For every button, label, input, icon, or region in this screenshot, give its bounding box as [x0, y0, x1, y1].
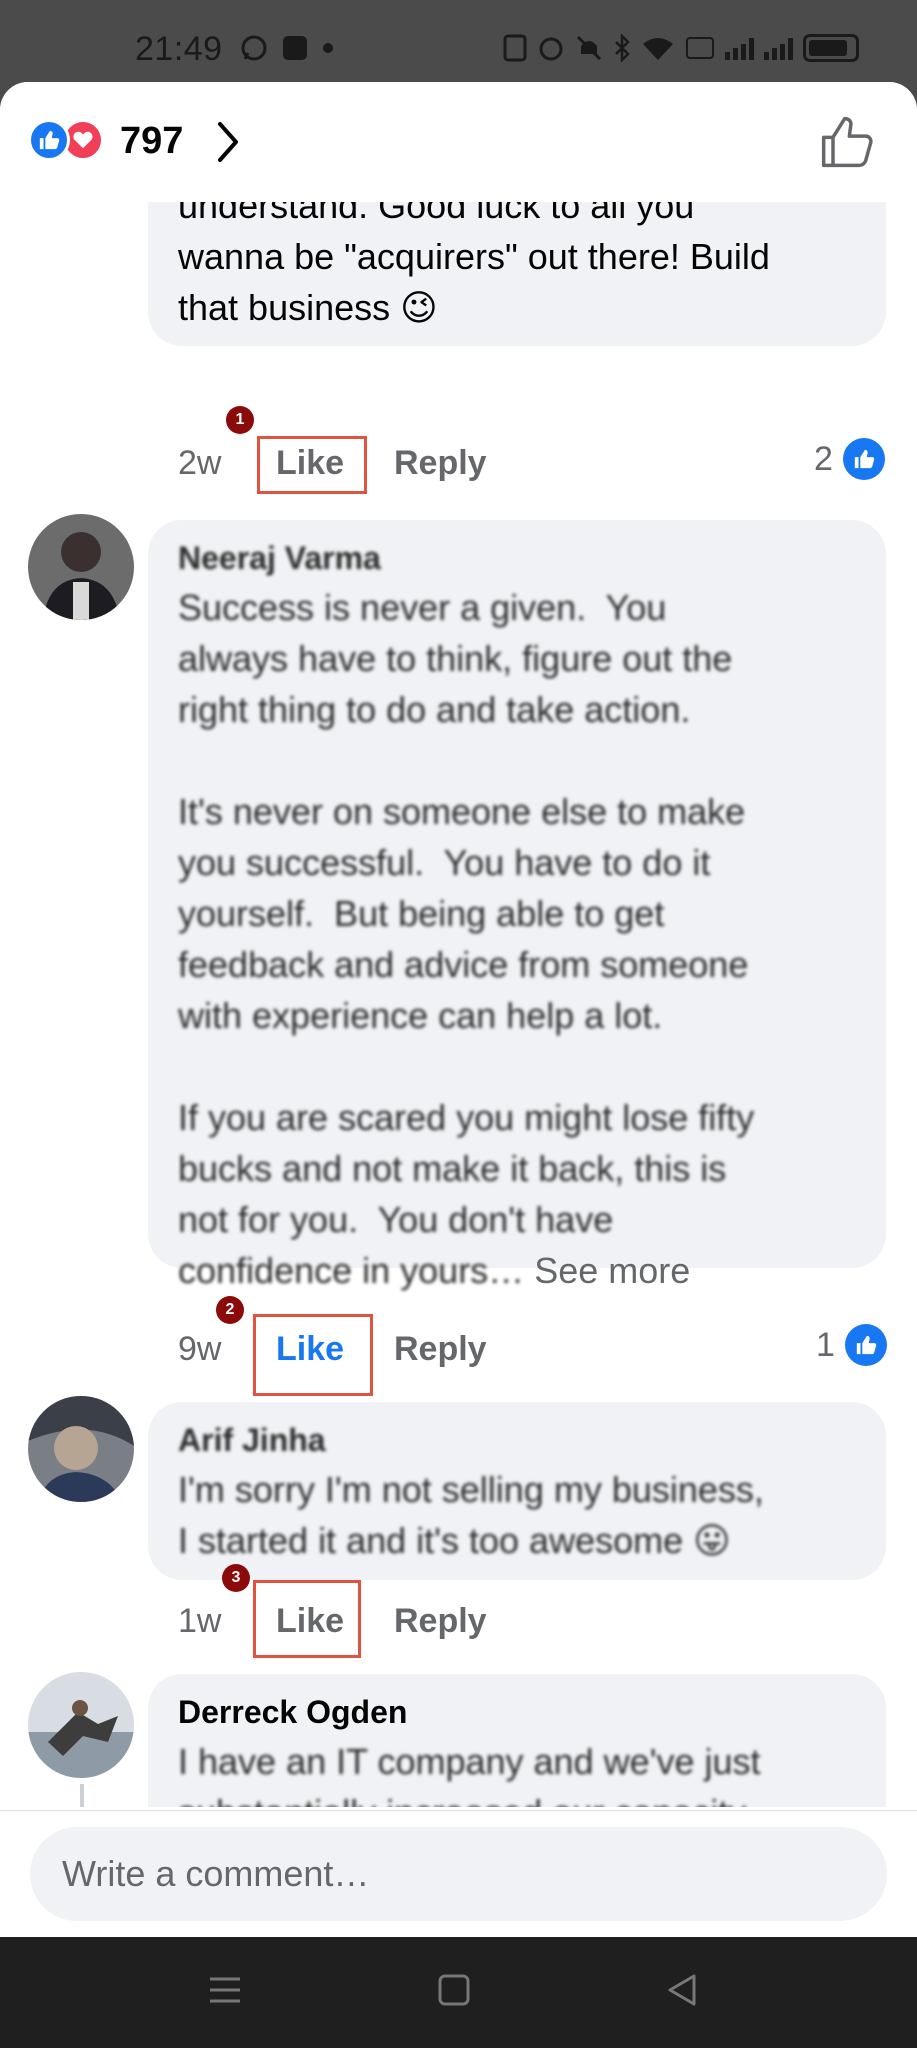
- see-more-link[interactable]: See more: [534, 1250, 690, 1291]
- comment-text: I'm sorry I'm not selling my business, I…: [178, 1469, 764, 1561]
- avatar[interactable]: [28, 1672, 134, 1778]
- status-bar: 21:49: [0, 0, 917, 90]
- like-button[interactable]: Like: [276, 444, 344, 483]
- wifi-icon: [643, 38, 673, 60]
- like-count-number: 1: [816, 1325, 835, 1364]
- comment-text: understand. Good luck to all you wanna b…: [178, 202, 770, 328]
- status-system-icons: [503, 34, 859, 62]
- comment-bubble: Arif Jinha I'm sorry I'm not selling my …: [148, 1402, 886, 1580]
- comment-like-count[interactable]: 2: [814, 438, 885, 480]
- reaction-icons: [28, 119, 104, 161]
- like-reaction-icon: [28, 119, 70, 161]
- whatsapp-icon: [241, 35, 267, 61]
- back-icon[interactable]: [666, 1973, 698, 2007]
- reply-button[interactable]: Reply: [394, 1602, 487, 1641]
- nfc-icon: [503, 34, 527, 62]
- volte-icon: [686, 37, 714, 59]
- reply-button[interactable]: Reply: [394, 1330, 487, 1369]
- comment-input[interactable]: [30, 1827, 887, 1921]
- comment-like-count[interactable]: 1: [816, 1324, 887, 1366]
- comments-sheet: 797 understand. Good luck to all you wan…: [0, 82, 917, 1937]
- reaction-count[interactable]: 797: [120, 120, 183, 163]
- status-notification-icons: [240, 34, 334, 62]
- comment-text: I have an IT company and we've just subs…: [178, 1741, 761, 1807]
- comment-time: 9w: [178, 1330, 222, 1368]
- signal-icon-2: [764, 36, 793, 60]
- comments-list[interactable]: understand. Good luck to all you wanna b…: [0, 202, 917, 1807]
- dot-icon: [323, 43, 333, 53]
- step-marker: 3: [222, 1564, 250, 1592]
- comment-text-wrapper: Success is never a given. You always hav…: [178, 582, 856, 1296]
- comment-author[interactable]: Derreck Ogden: [178, 1692, 856, 1732]
- bluetooth-icon: [615, 34, 630, 62]
- comment-author[interactable]: Neeraj Varma: [178, 538, 856, 578]
- battery-icon: [803, 34, 859, 62]
- comment-bubble: Derreck Ogden I have an IT company and w…: [148, 1674, 886, 1807]
- step-marker: 1: [226, 406, 254, 434]
- comment-bubble: understand. Good luck to all you wanna b…: [148, 202, 886, 346]
- alarm-icon: [539, 37, 563, 61]
- like-button[interactable]: Like: [276, 1602, 344, 1641]
- home-icon[interactable]: [438, 1973, 470, 2007]
- comment-author[interactable]: Arif Jinha: [178, 1420, 856, 1460]
- system-nav-bar: [0, 1937, 917, 2048]
- comment-time: 2w: [178, 444, 222, 482]
- status-time: 21:49: [135, 30, 223, 68]
- like-count-number: 2: [814, 439, 833, 478]
- menu-icon[interactable]: [208, 1973, 242, 2007]
- like-button[interactable]: Like: [276, 1330, 344, 1369]
- reactions-header[interactable]: 797: [0, 82, 917, 202]
- like-badge-icon: [842, 438, 885, 480]
- step-marker: 2: [216, 1296, 244, 1324]
- like-post-icon[interactable]: [819, 114, 875, 170]
- thread-line: [80, 1784, 84, 1807]
- like-badge-icon: [844, 1324, 887, 1366]
- comment-text: Success is never a given. You always hav…: [178, 587, 755, 1291]
- reply-button[interactable]: Reply: [394, 444, 487, 483]
- mute-icon: [576, 35, 602, 61]
- comment-time: 1w: [178, 1602, 222, 1640]
- chevron-right-icon[interactable]: [214, 120, 242, 164]
- comment-composer: [0, 1810, 917, 1937]
- app-notification-icon: [283, 36, 307, 60]
- avatar[interactable]: [28, 514, 134, 620]
- avatar[interactable]: [28, 1396, 134, 1502]
- comment-bubble: Neeraj Varma Success is never a given. Y…: [148, 520, 886, 1291]
- signal-icon: [725, 36, 754, 60]
